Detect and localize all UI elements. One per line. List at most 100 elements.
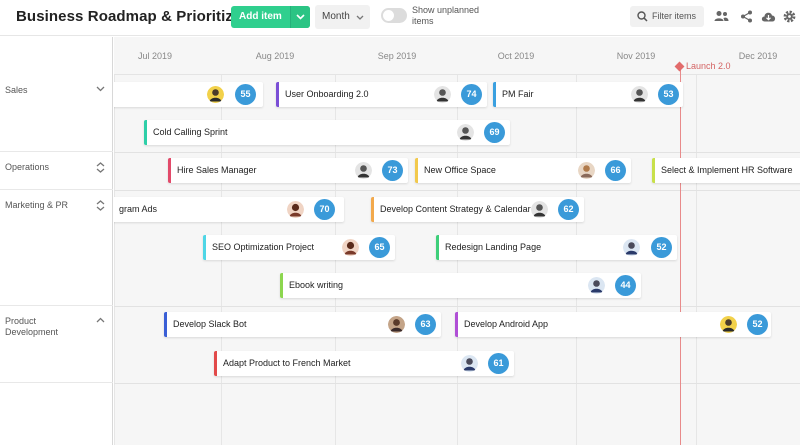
item-name: PM Fair: [502, 89, 534, 99]
toggle-knob: [383, 10, 394, 21]
avatar: [461, 355, 478, 372]
item-name: Ebook writing: [289, 280, 344, 290]
roadmap-item[interactable]: Develop Slack Bot 63: [164, 312, 441, 337]
avatar: [342, 239, 359, 256]
avatar: [434, 86, 451, 103]
avatar: [578, 162, 595, 179]
avatar: [388, 316, 405, 333]
group-row-sales[interactable]: Sales: [0, 75, 113, 152]
priority-score: 73: [382, 160, 403, 181]
priority-score: 61: [488, 353, 509, 374]
group-label: Product Development: [5, 316, 59, 337]
item-name: SEO Optimization Project: [212, 242, 315, 252]
avatar: [631, 86, 648, 103]
priority-score: 52: [651, 237, 672, 258]
roadmap-item[interactable]: Cold Calling Sprint 69: [144, 120, 510, 145]
roadmap-timeline[interactable]: Jul 2019 Aug 2019 Sep 2019 Oct 2019 Nov …: [114, 37, 800, 445]
chevron-down-icon[interactable]: [96, 85, 105, 94]
roadmap-item[interactable]: Develop Content Strategy & Calendar 62: [371, 197, 584, 222]
cloud-download-icon[interactable]: [760, 8, 776, 24]
item-name: Cold Calling Sprint: [153, 127, 228, 137]
filter-items-input[interactable]: Filter items: [630, 6, 704, 27]
priority-score: 55: [235, 84, 256, 105]
add-item-dropdown-chevron-icon[interactable]: [289, 6, 310, 28]
priority-score: 74: [461, 84, 482, 105]
users-icon[interactable]: [713, 8, 729, 24]
group-row-marketing[interactable]: Marketing & PR: [0, 190, 113, 306]
item-name: User Onboarding 2.0: [285, 89, 369, 99]
item-name: New Office Space: [424, 165, 496, 175]
group-row-operations[interactable]: Operations: [0, 152, 113, 190]
priority-score: 66: [605, 160, 626, 181]
chevron-up-down-icon[interactable]: [96, 162, 105, 175]
add-item-button[interactable]: Add item: [231, 6, 310, 28]
month-label: Oct 2019: [497, 51, 535, 61]
unplanned-items-toggle-label: Show unplanned items: [412, 5, 480, 26]
month-label: Nov 2019: [616, 51, 656, 61]
roadmap-item[interactable]: Hire Sales Manager 73: [168, 158, 408, 183]
roadmap-item[interactable]: Adapt Product to French Market 61: [214, 351, 514, 376]
roadmap-item[interactable]: User Onboarding 2.0 74: [276, 82, 487, 107]
gear-icon[interactable]: [781, 8, 797, 24]
avatar: [623, 239, 640, 256]
item-name: Develop Slack Bot: [173, 319, 247, 329]
search-icon: [637, 11, 648, 22]
priority-score: 53: [658, 84, 679, 105]
avatar: [287, 201, 304, 218]
roadmap-item[interactable]: PM Fair 53: [493, 82, 683, 107]
avatar: [588, 277, 605, 294]
filter-items-placeholder: Filter items: [652, 11, 697, 21]
add-item-label[interactable]: Add item: [231, 6, 290, 28]
roadmap-item[interactable]: Ebook writing 44: [280, 273, 641, 298]
avatar: [457, 124, 474, 141]
lane-separator: [114, 306, 800, 307]
group-label: Operations: [5, 162, 50, 172]
roadmap-item[interactable]: gram Ads 70: [114, 197, 344, 222]
avatar: [355, 162, 372, 179]
item-name: Develop Content Strategy & Calendar: [380, 204, 531, 214]
month-label: Dec 2019: [738, 51, 778, 61]
chevron-up-down-icon[interactable]: [96, 200, 105, 213]
app-header: Business Roadmap & Prioritization Add it…: [0, 0, 800, 36]
priority-score: 65: [369, 237, 390, 258]
priority-score: 52: [747, 314, 768, 335]
roadmap-item[interactable]: Redesign Landing Page 52: [436, 235, 677, 260]
view-range-value: Month: [322, 11, 350, 22]
item-name: Select & Implement HR Software: [661, 165, 793, 175]
chevron-down-icon: [356, 5, 364, 30]
avatar: [531, 201, 548, 218]
priority-score: 62: [558, 199, 579, 220]
milestone-line: [680, 67, 681, 445]
item-name: Redesign Landing Page: [445, 242, 542, 252]
share-icon[interactable]: [738, 8, 754, 24]
item-name: gram Ads: [119, 204, 158, 214]
priority-score: 70: [314, 199, 335, 220]
lane-separator: [114, 190, 800, 191]
priority-score: 44: [615, 275, 636, 296]
avatar: [207, 86, 224, 103]
milestone-label[interactable]: Launch 2.0: [686, 61, 731, 71]
roadmap-item[interactable]: Select & Implement HR Software: [652, 158, 800, 183]
month-label: Sep 2019: [377, 51, 417, 61]
group-label: Marketing & PR: [5, 200, 69, 210]
item-name: Adapt Product to French Market: [223, 358, 351, 368]
roadmap-item[interactable]: New Office Space 66: [415, 158, 631, 183]
view-range-select[interactable]: Month: [315, 5, 370, 29]
month-label: Jul 2019: [137, 51, 173, 61]
roadmap-item[interactable]: SEO Optimization Project 65: [203, 235, 395, 260]
lane-separator: [114, 152, 800, 153]
item-name: Develop Android App: [464, 319, 549, 329]
priority-score: 69: [484, 122, 505, 143]
group-panel: Sales Operations Marketing & PR Product …: [0, 37, 113, 445]
month-label: Aug 2019: [255, 51, 295, 61]
group-row-product-development[interactable]: Product Development: [0, 306, 113, 383]
item-name: Hire Sales Manager: [177, 165, 257, 175]
lane-separator: [114, 383, 800, 384]
group-label: Sales: [5, 85, 28, 95]
roadmap-item[interactable]: Develop Android App 52: [455, 312, 771, 337]
roadmap-item[interactable]: 55: [114, 82, 263, 107]
priority-score: 63: [415, 314, 436, 335]
avatar: [720, 316, 737, 333]
unplanned-items-toggle[interactable]: [381, 8, 407, 23]
chevron-up-icon[interactable]: [96, 316, 105, 325]
